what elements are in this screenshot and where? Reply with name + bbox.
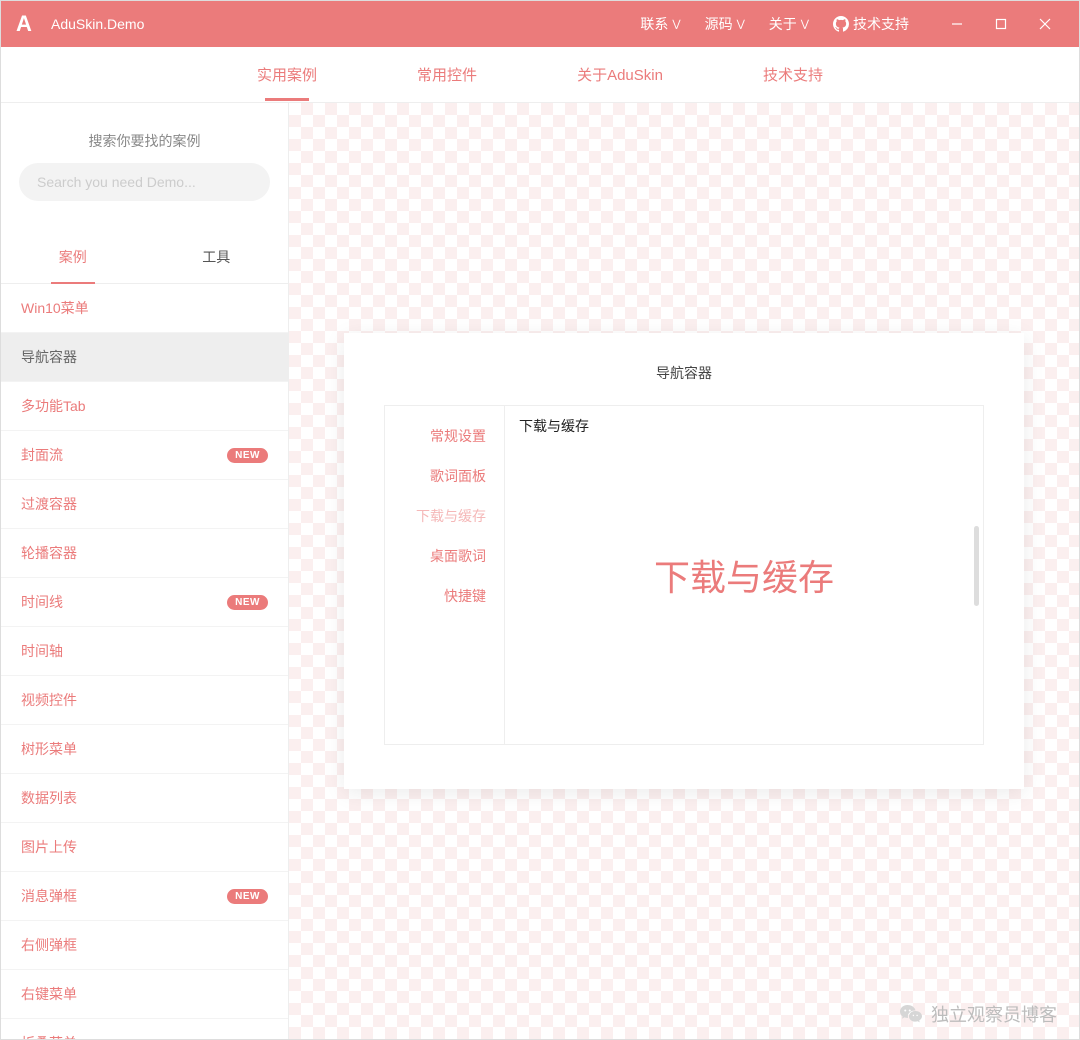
new-badge: NEW: [227, 889, 268, 904]
panel-title: 导航容器: [344, 353, 1024, 405]
sidebar-item-label: 多功能Tab: [21, 396, 86, 416]
sidebar-hint: 搜索你要找的案例: [1, 103, 288, 163]
body: 搜索你要找的案例 案例工具 Win10菜单导航容器多功能Tab封面流NEW过渡容…: [1, 103, 1079, 1039]
main-area: 导航容器 常规设置歌词面板下载与缓存桌面歌词快捷键 下载与缓存 下载与缓存: [289, 103, 1079, 1039]
chevron-down-icon: ⋁: [672, 19, 680, 30]
sidebar-item[interactable]: 过渡容器: [1, 480, 288, 529]
top-tabs: 实用案例 常用控件 关于AduSkin 技术支持: [1, 47, 1079, 103]
sidebar-item[interactable]: 视频控件: [1, 676, 288, 725]
top-tab[interactable]: 常用控件: [417, 48, 477, 101]
sidebar-item[interactable]: 导航容器: [1, 333, 288, 382]
titlebar: A AduSkin.Demo 联系 ⋁ 源码 ⋁ 关于 ⋁ 技术支持: [1, 1, 1079, 47]
sidebar-item[interactable]: 折叠菜单: [1, 1019, 288, 1039]
titlebar-menu: 联系 ⋁ 源码 ⋁ 关于 ⋁ 技术支持: [630, 14, 919, 34]
sidebar-item-label: 时间线: [21, 592, 63, 612]
menu-about[interactable]: 关于 ⋁: [759, 14, 819, 34]
app-window: A AduSkin.Demo 联系 ⋁ 源码 ⋁ 关于 ⋁ 技术支持: [0, 0, 1080, 1040]
sidebar-tab[interactable]: 案例: [1, 231, 145, 283]
sidebar-item-label: 过渡容器: [21, 494, 77, 514]
menu-label: 源码: [705, 14, 733, 34]
window-controls: [935, 1, 1067, 47]
sidebar: 搜索你要找的案例 案例工具 Win10菜单导航容器多功能Tab 封面流 NEW 过渡容…: [1, 103, 289, 1039]
panel-nav-item[interactable]: 快捷键: [385, 576, 504, 616]
sidebar-item-label: 时间轴: [21, 641, 63, 661]
sidebar-item-label: 右侧弹框: [21, 935, 77, 955]
search-wrap: [1, 163, 288, 209]
sidebar-item-label: 封面流: [21, 445, 63, 465]
close-button[interactable]: [1023, 1, 1067, 47]
new-badge: NEW: [227, 595, 268, 610]
menu-support[interactable]: 技术支持: [823, 14, 919, 34]
maximize-button[interactable]: [979, 1, 1023, 47]
sidebar-item-label: 轮播容器: [21, 543, 77, 563]
github-icon: [833, 16, 849, 32]
sidebar-item-label: 折叠菜单: [21, 1033, 77, 1039]
panel-nav-item[interactable]: 常规设置: [385, 416, 504, 456]
menu-contact[interactable]: 联系 ⋁: [630, 14, 690, 34]
menu-source[interactable]: 源码 ⋁: [695, 14, 755, 34]
sidebar-item[interactable]: 轮播容器: [1, 529, 288, 578]
sidebar-tabs: 案例工具: [1, 231, 288, 284]
sidebar-item[interactable]: 消息弹框 NEW: [1, 872, 288, 921]
menu-label: 联系: [640, 14, 668, 34]
sidebar-item-label: 右键菜单: [21, 984, 77, 1004]
top-tab[interactable]: 实用案例: [257, 48, 317, 101]
content-big-text: 下载与缓存: [654, 549, 834, 601]
panel-body: 常规设置歌词面板下载与缓存桌面歌词快捷键 下载与缓存 下载与缓存: [384, 405, 984, 745]
scrollbar-thumb[interactable]: [974, 526, 979, 606]
sidebar-item[interactable]: 时间轴: [1, 627, 288, 676]
sidebar-tab[interactable]: 工具: [145, 231, 289, 283]
sidebar-item-label: 图片上传: [21, 837, 77, 857]
panel-nav-item[interactable]: 歌词面板: [385, 456, 504, 496]
panel-nav-list: 常规设置歌词面板下载与缓存桌面歌词快捷键: [385, 406, 505, 744]
panel-content: 下载与缓存 下载与缓存: [505, 406, 983, 744]
top-tab[interactable]: 技术支持: [763, 48, 823, 101]
sidebar-item[interactable]: 右侧弹框: [1, 921, 288, 970]
sidebar-list[interactable]: Win10菜单导航容器多功能Tab 封面流 NEW 过渡容器轮播容器时间线 NEW 时间轴…: [1, 284, 288, 1039]
menu-label: 关于: [769, 14, 797, 34]
search-input[interactable]: [19, 163, 270, 201]
sidebar-item-label: 视频控件: [21, 690, 77, 710]
minimize-button[interactable]: [935, 1, 979, 47]
sidebar-item[interactable]: 数据列表: [1, 774, 288, 823]
demo-panel: 导航容器 常规设置歌词面板下载与缓存桌面歌词快捷键 下载与缓存 下载与缓存: [344, 333, 1024, 789]
chevron-down-icon: ⋁: [737, 19, 745, 30]
panel-nav-item[interactable]: 下载与缓存: [385, 496, 504, 536]
support-label: 技术支持: [853, 14, 909, 34]
sidebar-item-label: 树形菜单: [21, 739, 77, 759]
app-title: AduSkin.Demo: [51, 16, 144, 32]
new-badge: NEW: [227, 448, 268, 463]
panel-nav-item[interactable]: 桌面歌词: [385, 536, 504, 576]
sidebar-item[interactable]: 图片上传: [1, 823, 288, 872]
sidebar-item-label: Win10菜单: [21, 298, 89, 318]
sidebar-item[interactable]: 时间线 NEW: [1, 578, 288, 627]
app-logo-icon: A: [1, 1, 47, 47]
sidebar-item-label: 消息弹框: [21, 886, 77, 906]
sidebar-item[interactable]: 右键菜单: [1, 970, 288, 1019]
sidebar-item-label: 数据列表: [21, 788, 77, 808]
sidebar-item[interactable]: 封面流 NEW: [1, 431, 288, 480]
top-tab[interactable]: 关于AduSkin: [577, 48, 663, 101]
sidebar-item[interactable]: 树形菜单: [1, 725, 288, 774]
sidebar-item[interactable]: 多功能Tab: [1, 382, 288, 431]
sidebar-item-label: 导航容器: [21, 347, 77, 367]
sidebar-item[interactable]: Win10菜单: [1, 284, 288, 333]
chevron-down-icon: ⋁: [801, 19, 809, 30]
content-heading: 下载与缓存: [519, 416, 589, 436]
